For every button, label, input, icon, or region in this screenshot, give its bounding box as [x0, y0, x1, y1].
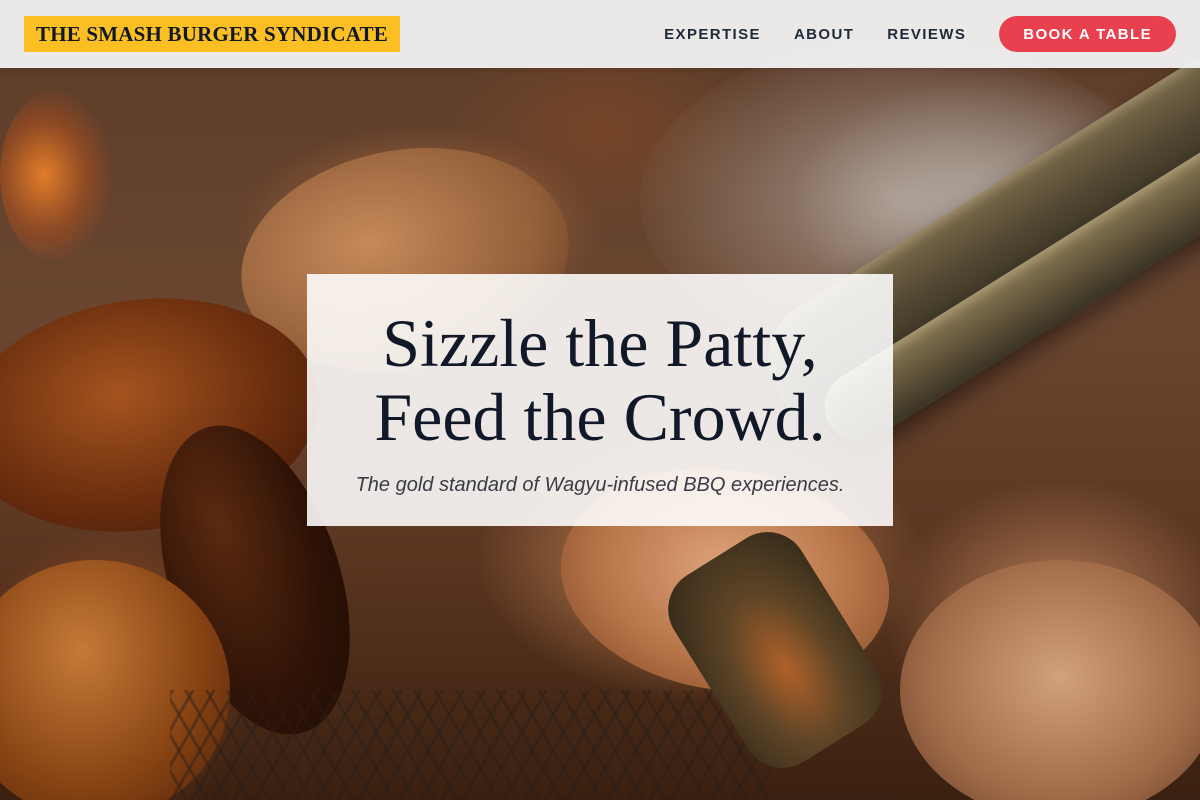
hero-title-line-2: Feed the Crowd.	[374, 379, 826, 455]
nav-link-expertise[interactable]: EXPERTISE	[664, 26, 761, 43]
hero-title: Sizzle the Patty, Feed the Crowd.	[307, 306, 893, 454]
grilled-meat-shape	[900, 560, 1200, 800]
nav-link-reviews[interactable]: REVIEWS	[887, 26, 966, 43]
main-nav: EXPERTISE ABOUT REVIEWS BOOK A TABLE	[664, 16, 1176, 52]
flame-shape	[0, 90, 110, 260]
nav-link-about[interactable]: ABOUT	[794, 26, 854, 43]
grill-grate	[170, 690, 770, 800]
book-table-button[interactable]: BOOK A TABLE	[999, 16, 1176, 52]
site-header: THE SMASH BURGER SYNDICATE EXPERTISE ABO…	[0, 0, 1200, 68]
hero-subtitle: The gold standard of Wagyu-infused BBQ e…	[355, 474, 845, 496]
brand-logo[interactable]: THE SMASH BURGER SYNDICATE	[24, 16, 400, 52]
hero-title-line-1: Sizzle the Patty,	[382, 305, 818, 381]
hero-card: Sizzle the Patty, Feed the Crowd. The go…	[307, 274, 893, 526]
